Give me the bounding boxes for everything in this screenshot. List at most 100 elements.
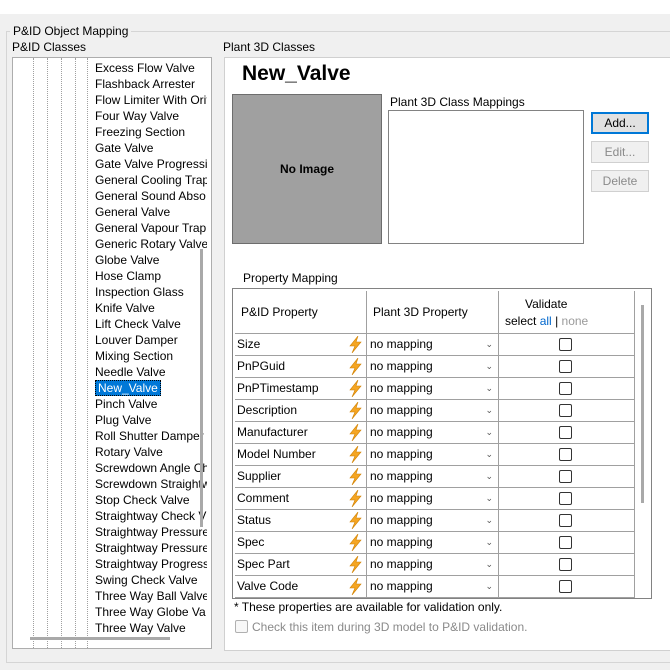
tree-item[interactable]: General Sound Abso [94, 188, 207, 204]
plant3d-property-dropdown[interactable]: no mapping ⌄ [368, 554, 497, 575]
lightning-bolt-icon[interactable] [349, 423, 362, 442]
chevron-down-icon[interactable]: ⌄ [485, 532, 493, 553]
validate-checkbox[interactable] [559, 558, 572, 571]
lightning-bolt-icon[interactable] [349, 577, 362, 596]
tree-item[interactable]: Rotary Valve [94, 444, 207, 460]
tree-item[interactable]: New_Valve [94, 380, 207, 396]
select-all-link[interactable]: all [540, 314, 552, 328]
plant3d-property-dropdown[interactable]: no mapping ⌄ [368, 488, 497, 509]
validate-checkbox[interactable] [559, 338, 572, 351]
chevron-down-icon[interactable]: ⌄ [485, 334, 493, 355]
tree-item[interactable]: Screwdown Angle Ch [94, 460, 207, 476]
class-mappings-list[interactable] [388, 110, 584, 244]
plant3d-property-dropdown[interactable]: no mapping ⌄ [368, 422, 497, 443]
lightning-bolt-icon[interactable] [349, 335, 362, 354]
tree-item[interactable]: Swing Check Valve [94, 572, 207, 588]
plant3d-property-dropdown[interactable]: no mapping ⌄ [368, 510, 497, 531]
lightning-bolt-icon[interactable] [349, 511, 362, 530]
add-button[interactable]: Add... [591, 112, 649, 134]
validate-checkbox[interactable] [559, 492, 572, 505]
plant3d-property-dropdown[interactable]: no mapping ⌄ [368, 532, 497, 553]
pid-property-name: PnPGuid [237, 359, 286, 373]
chevron-down-icon[interactable]: ⌄ [485, 444, 493, 465]
lightning-bolt-icon[interactable] [349, 533, 362, 552]
chevron-down-icon[interactable]: ⌄ [485, 510, 493, 531]
tree-item[interactable]: Screwdown Straightw [94, 476, 207, 492]
plant3d-property-dropdown[interactable]: no mapping ⌄ [368, 466, 497, 487]
tree-item[interactable]: General Vapour Trap [94, 220, 207, 236]
lightning-bolt-icon[interactable] [349, 555, 362, 574]
lightning-bolt-icon[interactable] [349, 379, 362, 398]
tree-item[interactable]: Straightway Check V [94, 508, 207, 524]
pid-class-tree[interactable]: Excess Flow Valve Flashback Arrester Flow … [12, 57, 212, 649]
tree-item[interactable]: Gate Valve [94, 140, 207, 156]
tree-item[interactable]: Hose Clamp [94, 268, 207, 284]
tree-item[interactable]: Flow Limiter With Orif [94, 92, 207, 108]
tree-item[interactable]: Pinch Valve [94, 396, 207, 412]
chevron-down-icon[interactable]: ⌄ [485, 466, 493, 487]
tree-item[interactable]: Freezing Section [94, 124, 207, 140]
plant3d-property-dropdown[interactable]: no mapping ⌄ [368, 334, 497, 355]
chevron-down-icon[interactable]: ⌄ [485, 356, 493, 377]
validate-checkbox[interactable] [559, 514, 572, 527]
tree-item[interactable]: Generic Rotary Valve [94, 236, 207, 252]
plant3d-property-cell: no mapping ⌄ [367, 510, 499, 531]
plant3d-property-dropdown[interactable]: no mapping ⌄ [368, 378, 497, 399]
select-none-link[interactable]: none [562, 314, 589, 328]
dropdown-value: no mapping [370, 403, 433, 417]
tree-item[interactable]: General Cooling Trap [94, 172, 207, 188]
tree-item[interactable]: Three Way Ball Valve [94, 588, 207, 604]
chevron-down-icon[interactable]: ⌄ [485, 488, 493, 509]
lightning-bolt-icon[interactable] [349, 401, 362, 420]
tree-item[interactable]: Roll Shutter Damper [94, 428, 207, 444]
tree-item[interactable]: Plug Valve [94, 412, 207, 428]
validate-checkbox[interactable] [559, 470, 572, 483]
tree-item[interactable]: Straightway Pressure [94, 524, 207, 540]
lightning-bolt-icon[interactable] [349, 489, 362, 508]
tree-item[interactable]: Straightway Progress [94, 556, 207, 572]
plant3d-property-dropdown[interactable]: no mapping ⌄ [368, 356, 497, 377]
lightning-bolt-icon[interactable] [349, 467, 362, 486]
tree-item[interactable]: Inspection Glass [94, 284, 207, 300]
tree-item[interactable]: Stop Check Valve [94, 492, 207, 508]
plant3d-property-dropdown[interactable]: no mapping ⌄ [368, 576, 497, 597]
plant3d-property-dropdown[interactable]: no mapping ⌄ [368, 444, 497, 465]
tree-item[interactable]: Mixing Section [94, 348, 207, 364]
tree-item[interactable]: General Valve [94, 204, 207, 220]
lightning-bolt-icon[interactable] [349, 445, 362, 464]
delete-button[interactable]: Delete [591, 170, 649, 192]
tree-item[interactable]: Globe Valve [94, 252, 207, 268]
tree-item[interactable]: Knife Valve [94, 300, 207, 316]
tree-item[interactable]: Gate Valve Progressi [94, 156, 207, 172]
grid-vertical-scrollbar[interactable] [641, 305, 644, 503]
plant3d-property-dropdown[interactable]: no mapping ⌄ [368, 400, 497, 421]
tree-item[interactable]: Needle Valve [94, 364, 207, 380]
chevron-down-icon[interactable]: ⌄ [485, 378, 493, 399]
chevron-down-icon[interactable]: ⌄ [485, 422, 493, 443]
tree-vertical-scrollbar[interactable] [200, 249, 203, 527]
tree-item[interactable]: Straightway Pressure [94, 540, 207, 556]
validate-checkbox[interactable] [559, 404, 572, 417]
validate-checkbox[interactable] [559, 536, 572, 549]
validate-checkbox[interactable] [559, 382, 572, 395]
chevron-down-icon[interactable]: ⌄ [485, 576, 493, 597]
tree-item[interactable]: Lift Check Valve [94, 316, 207, 332]
chevron-down-icon[interactable]: ⌄ [485, 554, 493, 575]
validation-checkbox-row[interactable]: Check this item during 3D model to P&ID … [235, 620, 527, 634]
validate-checkbox[interactable] [559, 448, 572, 461]
tree-item[interactable]: Excess Flow Valve [94, 60, 207, 76]
tree-item[interactable]: Three Way Valve [94, 620, 207, 636]
tree-item[interactable]: Louver Damper [94, 332, 207, 348]
tree-item-label: General Cooling Trap [95, 173, 207, 187]
chevron-down-icon[interactable]: ⌄ [485, 400, 493, 421]
validate-checkbox[interactable] [559, 360, 572, 373]
validate-checkbox[interactable] [559, 580, 572, 593]
validation-checkbox[interactable] [235, 620, 248, 633]
lightning-bolt-icon[interactable] [349, 357, 362, 376]
tree-horizontal-scrollbar[interactable] [30, 637, 170, 640]
edit-button[interactable]: Edit... [591, 141, 649, 163]
tree-item[interactable]: Four Way Valve [94, 108, 207, 124]
tree-item[interactable]: Three Way Globe Va [94, 604, 207, 620]
tree-item[interactable]: Flashback Arrester [94, 76, 207, 92]
validate-checkbox[interactable] [559, 426, 572, 439]
